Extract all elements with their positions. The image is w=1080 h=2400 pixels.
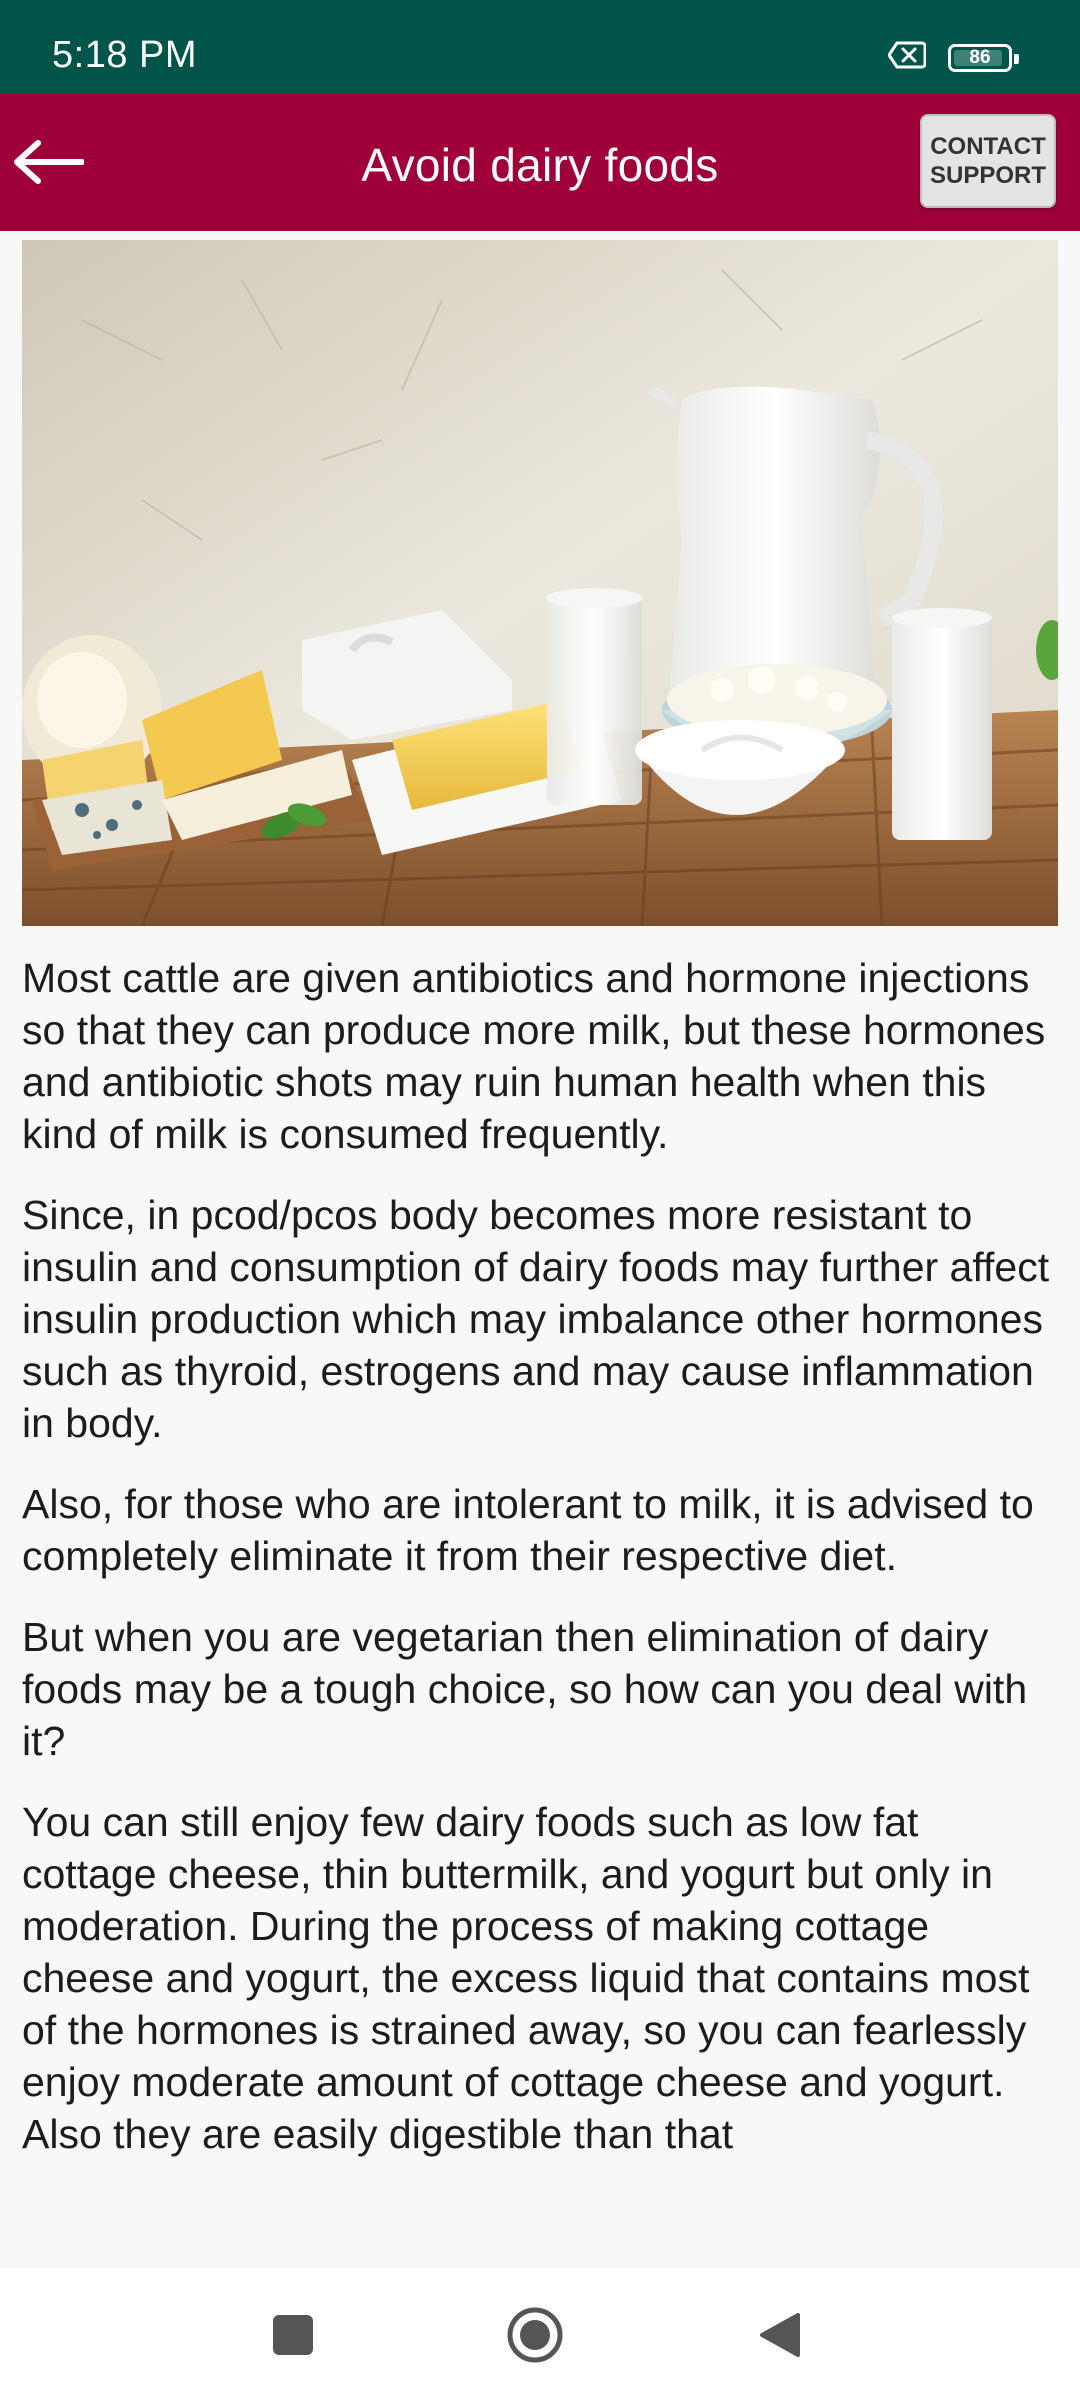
article-paragraph: Since, in pcod/pcos body becomes more re… xyxy=(22,1192,1050,1446)
nav-back-button[interactable] xyxy=(745,2302,815,2372)
recents-square-icon xyxy=(271,2313,315,2362)
dairy-products-image xyxy=(22,240,1058,926)
status-bar: 5:18 PM 86 xyxy=(0,0,1080,94)
contact-support-button[interactable]: CONTACT SUPPORT xyxy=(920,114,1056,208)
article-paragraph: Also, for those who are intolerant to mi… xyxy=(22,1481,1034,1579)
article-body: Most cattle are given antibiotics and ho… xyxy=(22,952,1062,2268)
no-sim-icon xyxy=(887,40,927,75)
recents-button[interactable] xyxy=(258,2302,328,2372)
contact-support-label: CONTACT SUPPORT xyxy=(930,132,1046,190)
article-paragraph: But when you are vegetarian then elimina… xyxy=(22,1614,1028,1764)
battery-level: 86 xyxy=(969,46,991,68)
status-icons: 86 xyxy=(887,40,1019,75)
app-bar: Avoid dairy foods CONTACT SUPPORT xyxy=(0,94,1080,231)
home-circle-icon xyxy=(506,2306,564,2369)
contact-label-line1: CONTACT xyxy=(930,133,1046,160)
article-paragraph: You can still enjoy few dairy foods such… xyxy=(22,1799,1030,2157)
article-paragraph: Most cattle are given antibiotics and ho… xyxy=(22,955,1046,1157)
status-time: 5:18 PM xyxy=(52,34,198,76)
back-triangle-icon xyxy=(758,2311,802,2364)
home-button[interactable] xyxy=(500,2302,570,2372)
page-title: Avoid dairy foods xyxy=(361,139,719,191)
contact-label-line2: SUPPORT xyxy=(929,162,1046,189)
battery-icon: 86 xyxy=(948,43,1019,72)
system-nav-bar xyxy=(0,2268,1080,2400)
